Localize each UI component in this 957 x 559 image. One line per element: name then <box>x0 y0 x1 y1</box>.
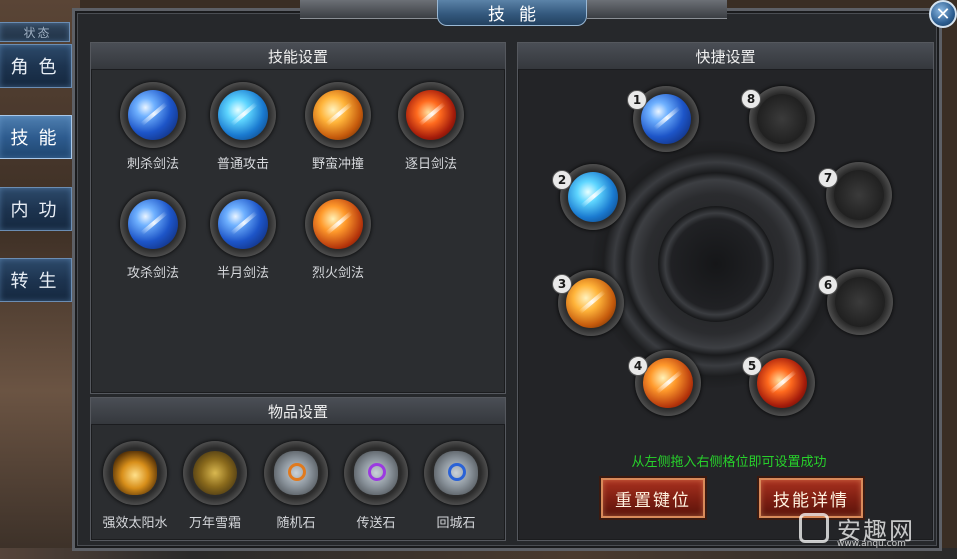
watermark-logo-icon <box>799 513 829 543</box>
shortcut-number-7: 7 <box>818 168 838 188</box>
sun-chaser-sword-icon <box>406 90 456 140</box>
side-tab-status[interactable]: 状态 <box>0 22 70 42</box>
blazing-sword-icon <box>313 199 363 249</box>
shortcut-number-4: 4 <box>628 356 648 376</box>
skill-slot-savage-charge[interactable] <box>305 82 371 148</box>
shortcut-number-5: 5 <box>742 356 762 376</box>
savage-charge-icon <box>566 278 616 328</box>
savage-charge-icon <box>313 90 363 140</box>
shortcut-number-1: 1 <box>627 90 647 110</box>
skill-label: 烈火剑法 <box>311 266 364 281</box>
skill-slot-blazing-sword[interactable] <box>305 191 371 257</box>
snow-frost-herb-icon <box>193 451 237 495</box>
sun-chaser-sword-icon <box>757 358 807 408</box>
random-stone-icon <box>274 451 318 495</box>
site-watermark: 安趣网 www.anqu.com <box>799 507 949 551</box>
watermark-url: www.anqu.com <box>837 539 906 549</box>
item-slot-random-stone[interactable] <box>264 441 328 505</box>
empty-slot-icon <box>834 170 884 220</box>
empty-slot-icon <box>835 277 885 327</box>
skill-slot-sun-chaser-sword[interactable] <box>398 82 464 148</box>
blazing-sword-icon <box>643 358 693 408</box>
shortcut-number-6: 6 <box>818 275 838 295</box>
shortcut-ring-center <box>658 206 774 322</box>
skill-slot-half-moon-sword[interactable] <box>210 191 276 257</box>
thrust-sword-icon <box>128 90 178 140</box>
close-icon[interactable]: ✕ <box>929 0 957 28</box>
teleport-stone-icon <box>354 451 398 495</box>
skill-label: 攻杀剑法 <box>126 266 179 281</box>
window-title: 技能 <box>437 0 587 26</box>
side-tab-rebirth[interactable]: 转生 <box>0 258 72 302</box>
title-ornament-left <box>300 0 440 19</box>
return-town-stone-icon <box>434 451 478 495</box>
skill-settings-title: 技能设置 <box>91 43 505 70</box>
half-moon-sword-icon <box>218 199 268 249</box>
side-tab-character[interactable]: 角色 <box>0 44 72 88</box>
shortcut-settings-title: 快捷设置 <box>518 43 933 70</box>
item-label: 回城石 <box>436 516 476 531</box>
side-tab-skills[interactable]: 技能 <box>0 115 72 159</box>
title-ornament-right <box>587 0 727 19</box>
shortcut-number-3: 3 <box>552 274 572 294</box>
skill-label: 逐日剑法 <box>404 157 457 172</box>
half-moon-sword-icon <box>568 172 618 222</box>
skill-slot-normal-attack[interactable] <box>210 82 276 148</box>
item-slot-snow-frost[interactable] <box>183 441 247 505</box>
shortcut-number-8: 8 <box>741 89 761 109</box>
normal-attack-icon <box>218 90 268 140</box>
reset-keys-button[interactable]: 重置键位 <box>601 478 705 518</box>
skill-label: 普通攻击 <box>216 157 269 172</box>
skill-label: 野蛮冲撞 <box>311 157 364 172</box>
item-slot-teleport-stone[interactable] <box>344 441 408 505</box>
item-slot-return-town-stone[interactable] <box>424 441 488 505</box>
skill-slot-thrust-sword[interactable] <box>120 82 186 148</box>
assault-sword-icon <box>128 199 178 249</box>
thrust-sword-icon <box>641 94 691 144</box>
sun-potion-icon <box>113 451 157 495</box>
shortcut-hint-text: 从左侧拖入右侧格位即可设置成功 <box>631 455 827 470</box>
skill-slot-assault-sword[interactable] <box>120 191 186 257</box>
skill-label: 半月剑法 <box>216 266 269 281</box>
shortcut-slot-6[interactable] <box>827 269 893 335</box>
item-settings-title: 物品设置 <box>91 398 505 425</box>
item-slot-sun-potion[interactable] <box>103 441 167 505</box>
skill-label: 刺杀剑法 <box>126 157 179 172</box>
side-tab-inner-power[interactable]: 内功 <box>0 187 72 231</box>
empty-slot-icon <box>757 94 807 144</box>
shortcut-number-2: 2 <box>552 170 572 190</box>
